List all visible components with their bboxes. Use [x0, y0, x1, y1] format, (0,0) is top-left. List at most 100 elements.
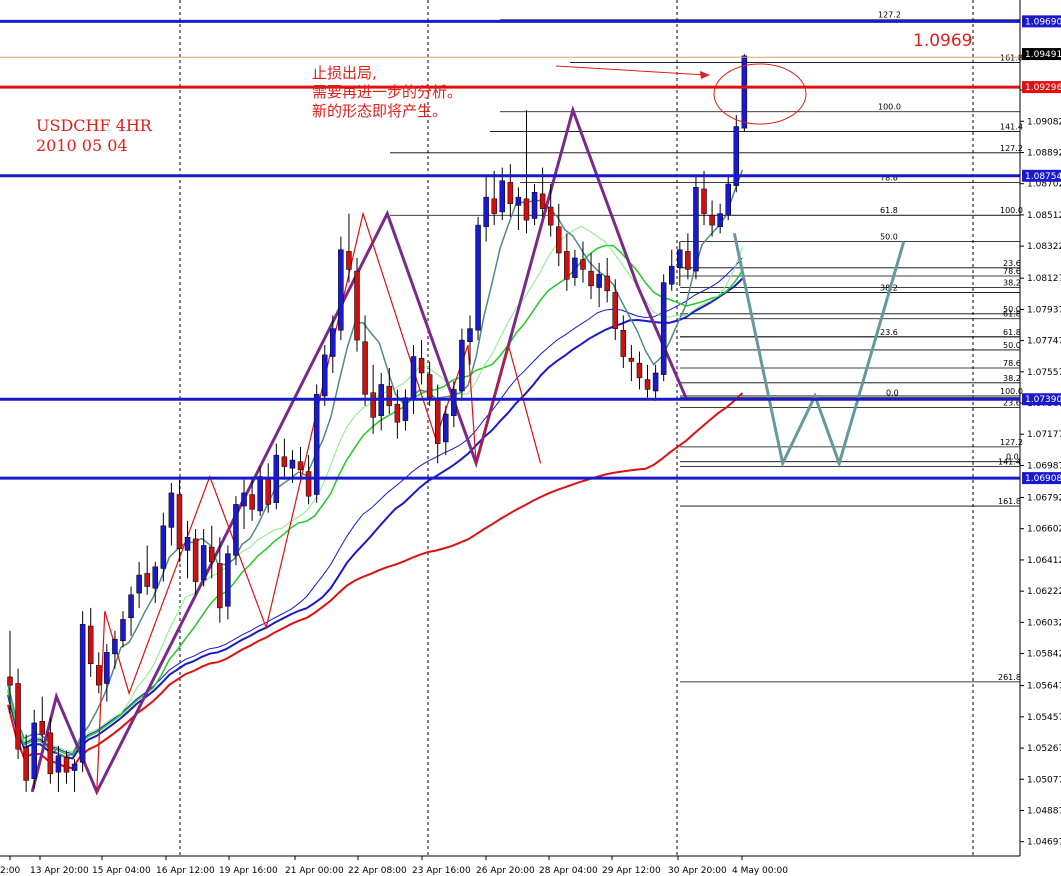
candle-body-39	[321, 354, 328, 397]
fib-label-2: 100.0	[878, 103, 901, 112]
candle-body-7	[63, 757, 70, 773]
candle-body-12	[104, 652, 110, 684]
x-tick-label-2: 15 Apr 04:00	[92, 866, 151, 876]
fib-label-7: 100.0	[1000, 206, 1023, 215]
candle-body-55	[451, 389, 457, 416]
candle-body-72	[588, 270, 594, 287]
candle-body-30	[249, 494, 255, 510]
candle-body-44	[362, 341, 368, 395]
candle-body-66	[539, 193, 546, 209]
target-label: 1.0969	[913, 31, 972, 51]
price-box-label-3: 1.08754	[1025, 172, 1061, 182]
candle-body-74	[604, 275, 610, 292]
candle-body-63	[515, 196, 522, 206]
candle-body-27	[225, 553, 231, 607]
price-box-label-0: 1.09690	[1025, 17, 1061, 27]
y-tick-label-23: 1.04887	[1027, 806, 1061, 816]
candle-body-15	[128, 594, 134, 619]
fib-label-23: 127.2	[1000, 438, 1023, 447]
y-tick-label-21: 1.05267	[1027, 744, 1061, 754]
y-tick-label-14: 1.06602	[1027, 525, 1061, 535]
x-tick-label-3: 16 Apr 12:00	[156, 866, 215, 876]
candle-body-75	[612, 292, 618, 329]
candle-body-86	[701, 188, 707, 214]
fib-label-18: 78.6	[1003, 359, 1021, 368]
candle-body-19	[160, 525, 167, 569]
candle-body-25	[209, 546, 215, 563]
candle-body-31	[257, 476, 263, 512]
candle-body-67	[547, 206, 554, 226]
candle-body-69	[564, 251, 570, 280]
candle-body-36	[297, 461, 304, 471]
candle-body-6	[55, 755, 62, 773]
candle-body-78	[636, 362, 643, 379]
candle-body-16	[136, 574, 142, 594]
x-tick-label-0: 2:00	[0, 866, 20, 876]
fib-label-14: 61.8	[1003, 310, 1021, 319]
y-tick-label-6: 1.08127	[1027, 274, 1061, 284]
price-chart: 127.2 161.8 100.0 141.4 127.2 78.6 61.8 100.0 50…	[0, 0, 1061, 876]
fib-label-8: 50.0	[880, 233, 898, 242]
fib-label-6: 61.8	[880, 206, 898, 215]
y-tick-label-22: 1.05077	[1027, 775, 1061, 785]
price-box-label-2: 1.09296	[1025, 83, 1061, 93]
annotation-line-2: 需要再进一步的分析。	[312, 83, 462, 101]
candle-body-9	[79, 624, 86, 763]
candle-body-56	[459, 339, 465, 392]
price-axis: 1.092721.090821.088921.087021.085121.083…	[1020, 86, 1061, 848]
y-tick-label-15: 1.06412	[1027, 556, 1061, 566]
candle-body-29	[241, 492, 247, 507]
candle-body-20	[168, 492, 175, 528]
candle-body-54	[443, 413, 449, 443]
candle-body-42	[346, 251, 352, 270]
candle-body-91	[741, 55, 748, 129]
candle-body-52	[426, 374, 433, 398]
candle-body-0	[7, 676, 13, 686]
fib-label-10: 78.6	[1003, 267, 1021, 276]
y-tick-label-11: 1.07177	[1027, 430, 1061, 440]
price-box-label-5: 1.06908	[1025, 474, 1061, 484]
candle-body-65	[531, 191, 538, 219]
candle-body-18	[152, 566, 159, 589]
fib-label-26: 161.8	[998, 497, 1021, 506]
candle-body-48	[394, 403, 401, 423]
candle-body-17	[144, 573, 150, 587]
candle-body-35	[289, 459, 296, 469]
annotation-line-1: 止损出局,	[312, 64, 377, 82]
candle-body-85	[693, 187, 699, 272]
candle-body-24	[200, 545, 207, 581]
fib-label-17: 50.0	[1003, 341, 1021, 350]
candle-body-47	[386, 385, 393, 407]
symbol-label: USDCHF 4HR	[36, 116, 153, 135]
y-tick-label-12: 1.06987	[1027, 461, 1061, 471]
candle-body-59	[483, 196, 489, 227]
fib-label-21: 100.0	[1000, 387, 1023, 396]
candle-body-28	[233, 504, 239, 556]
candle-body-70	[572, 257, 578, 278]
y-tick-label-2: 1.08892	[1027, 148, 1061, 158]
x-tick-label-11: 30 Apr 20:00	[668, 866, 727, 876]
x-tick-label-8: 26 Apr 20:00	[476, 866, 535, 876]
x-tick-label-7: 23 Apr 16:00	[412, 866, 471, 876]
candle-body-14	[120, 619, 126, 642]
fib-label-16: 61.8	[1003, 328, 1021, 337]
candle-body-21	[176, 494, 183, 550]
candle-body-51	[418, 357, 425, 374]
candle-body-32	[265, 477, 271, 505]
y-tick-label-17: 1.06032	[1027, 618, 1061, 628]
candle-body-58	[475, 224, 481, 331]
candle-body-26	[217, 563, 223, 609]
candle-body-4	[39, 721, 46, 735]
candle-body-87	[709, 214, 715, 226]
fib-label-4: 127.2	[1000, 144, 1023, 153]
y-tick-label-4: 1.08512	[1027, 211, 1061, 221]
x-tick-label-4: 19 Apr 16:00	[219, 866, 278, 876]
fib-label-25: 141.4	[998, 458, 1021, 467]
candle-body-49	[402, 397, 409, 421]
candle-body-61	[499, 180, 506, 213]
candle-body-8	[71, 763, 78, 771]
candle-body-13	[112, 638, 118, 655]
candle-body-50	[410, 356, 417, 400]
y-tick-label-8: 1.07747	[1027, 337, 1061, 347]
candle-body-73	[596, 274, 602, 288]
